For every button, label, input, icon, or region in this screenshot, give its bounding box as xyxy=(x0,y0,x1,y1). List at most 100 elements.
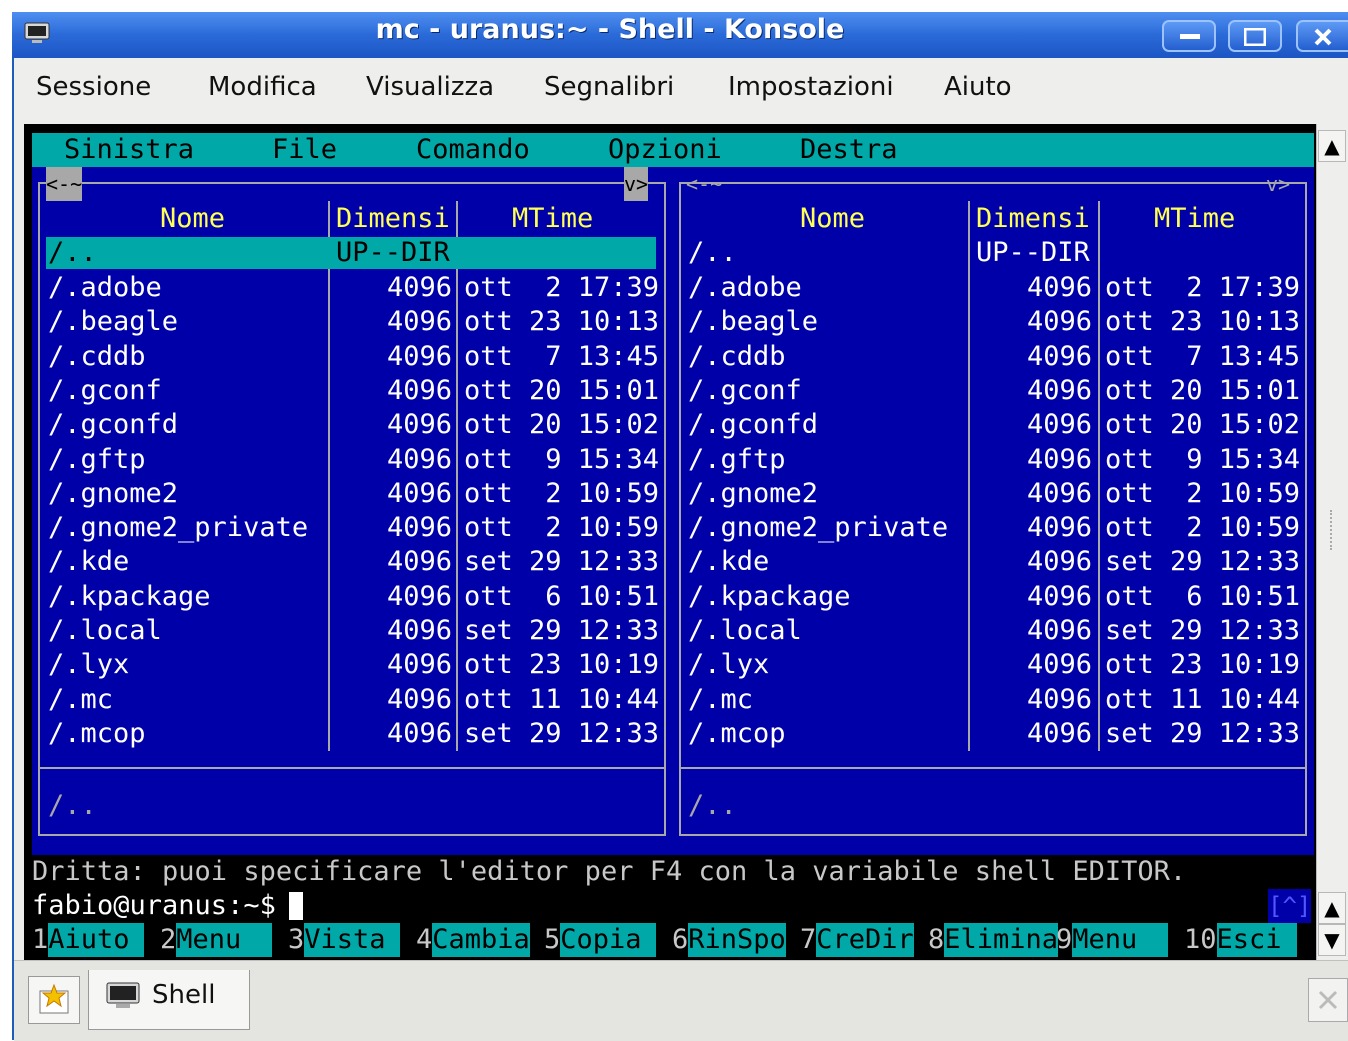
left-status-divider xyxy=(40,767,664,769)
file-name: /.mcop xyxy=(688,717,786,749)
file-size: 4096 xyxy=(1027,512,1093,544)
new-session-icon xyxy=(39,983,69,1014)
minimize-icon xyxy=(1180,34,1200,39)
file-size: 4096 xyxy=(387,649,453,681)
file-size: 4096 xyxy=(1027,272,1093,303)
maximize-button[interactable] xyxy=(1228,20,1282,52)
scroll-grip[interactable] xyxy=(1330,510,1336,550)
file-name: /.cddb xyxy=(48,340,146,372)
fkey-label: Copia xyxy=(560,923,657,957)
file-name: /.beagle xyxy=(48,306,179,338)
left-panel-status: /.. xyxy=(48,790,97,821)
scroll-up-arrow-bottom[interactable]: ▲ xyxy=(1318,892,1346,924)
menu-impostazioni[interactable]: Impostazioni xyxy=(728,72,894,102)
menu-visualizza[interactable]: Visualizza xyxy=(366,72,494,102)
close-tab-button[interactable] xyxy=(1308,978,1348,1022)
window-title: mc - uranus:~ - Shell - Konsole xyxy=(375,14,845,45)
fkey-5[interactable]: 5Copia xyxy=(544,923,657,957)
close-tab-icon xyxy=(1318,990,1338,1010)
file-name: /.gconf xyxy=(48,374,162,406)
file-mtime: ott 2 10:59 xyxy=(1105,477,1301,509)
right-panel-nav-right[interactable]: v> xyxy=(1266,167,1290,201)
file-mtime: ott 2 17:39 xyxy=(464,272,660,303)
file-name: /.gconfd xyxy=(48,409,179,441)
right-updir-name[interactable]: /.. xyxy=(688,236,737,270)
file-mtime: ott 11 10:44 xyxy=(1105,683,1301,715)
fkey-number: 2 xyxy=(160,924,177,955)
history-button[interactable]: [^] xyxy=(1268,889,1312,923)
file-mtime: set 29 12:33 xyxy=(464,717,660,749)
close-button[interactable] xyxy=(1296,20,1348,52)
file-size: 4096 xyxy=(387,443,453,475)
left-panel-nav[interactable]: <-~ xyxy=(46,167,83,201)
fkey-7[interactable]: 7CreDir xyxy=(800,923,914,957)
file-name: /.mc xyxy=(688,683,754,715)
fkey-8[interactable]: 8Elimina xyxy=(928,923,1059,957)
right-header-dimensi[interactable]: Dimensi xyxy=(976,202,1090,236)
file-size: 4096 xyxy=(1027,306,1093,338)
fkey-3[interactable]: 3Vista xyxy=(288,923,401,957)
fkey-label: CreDir xyxy=(816,923,914,957)
scroll-down-arrow[interactable]: ▼ xyxy=(1318,924,1346,956)
fkey-number: 6 xyxy=(672,924,689,955)
menu-sessione[interactable]: Sessione xyxy=(36,72,151,102)
file-mtime: ott 20 15:02 xyxy=(1105,409,1301,441)
mc-menu-comando[interactable]: Comando xyxy=(416,133,530,167)
mc-menu-file[interactable]: File xyxy=(272,133,337,167)
fkey-9[interactable]: 9Menu xyxy=(1056,923,1169,957)
new-session-button[interactable] xyxy=(28,976,80,1024)
file-mtime: ott 7 13:45 xyxy=(1105,340,1301,372)
left-panel-nav-right[interactable]: v> xyxy=(624,167,649,201)
file-name: /.mc xyxy=(48,683,114,715)
fkey-2[interactable]: 2Menu xyxy=(160,923,273,957)
file-size: 4096 xyxy=(1027,649,1093,681)
file-mtime: ott 23 10:13 xyxy=(1105,306,1301,338)
file-size: 4096 xyxy=(1027,443,1093,475)
fkey-number: 4 xyxy=(416,924,433,955)
file-size: 4096 xyxy=(387,409,453,441)
maximize-icon xyxy=(1244,28,1266,46)
right-header-mtime[interactable]: MTime xyxy=(1154,202,1235,236)
menu-segnalibri[interactable]: Segnalibri xyxy=(544,72,674,102)
shell-prompt[interactable]: fabio@uranus:~$ xyxy=(32,889,276,923)
text-cursor xyxy=(289,892,303,920)
file-mtime: ott 2 10:59 xyxy=(464,512,660,544)
mc-menu-sinistra[interactable]: Sinistra xyxy=(64,133,194,167)
mc-menu-opzioni[interactable]: Opzioni xyxy=(608,133,722,167)
file-mtime: ott 23 10:19 xyxy=(464,649,660,681)
fkey-4[interactable]: 4Cambia xyxy=(416,923,530,957)
fkey-number: 5 xyxy=(544,924,561,955)
left-header-mtime[interactable]: MTime xyxy=(512,202,593,236)
right-header-nome[interactable]: Nome xyxy=(800,202,865,236)
fkey-number: 7 xyxy=(800,924,817,955)
file-name: /.cddb xyxy=(688,340,786,372)
right-updir-size: UP--DIR xyxy=(976,237,1090,268)
file-name: /.mcop xyxy=(48,717,146,749)
file-mtime: set 29 12:33 xyxy=(1105,717,1301,749)
file-size: 4096 xyxy=(387,615,453,646)
fkey-1[interactable]: 1Aiuto xyxy=(32,923,145,957)
file-name: /.local xyxy=(48,615,162,646)
fkey-10[interactable]: 10Esci xyxy=(1184,923,1297,957)
file-mtime: ott 2 10:59 xyxy=(464,477,660,509)
left-header-dimensi[interactable]: Dimensi xyxy=(336,202,450,236)
file-size: 4096 xyxy=(387,546,453,578)
mc-menu-destra[interactable]: Destra xyxy=(800,133,898,167)
file-name: /.kpackage xyxy=(688,580,851,612)
file-name: /.gftp xyxy=(48,443,146,475)
file-name: /.kde xyxy=(688,546,770,578)
tab-shell-label[interactable]: Shell xyxy=(152,980,215,1010)
file-size: 4096 xyxy=(387,717,453,749)
file-mtime: ott 20 15:01 xyxy=(464,374,660,406)
fkey-6[interactable]: 6RinSpo xyxy=(672,923,786,957)
left-header-nome[interactable]: Nome xyxy=(160,202,225,236)
file-mtime: ott 23 10:19 xyxy=(1105,649,1301,681)
menu-aiuto[interactable]: Aiuto xyxy=(944,72,1012,102)
scroll-up-arrow[interactable]: ▲ xyxy=(1318,130,1346,162)
right-panel-nav[interactable]: <-~ xyxy=(686,167,722,201)
menu-modifica[interactable]: Modifica xyxy=(208,72,317,102)
file-mtime: set 29 12:33 xyxy=(464,615,660,646)
file-mtime: ott 6 10:51 xyxy=(464,580,660,612)
file-name: /.gnome2 xyxy=(48,477,179,509)
minimize-button[interactable] xyxy=(1162,20,1216,52)
